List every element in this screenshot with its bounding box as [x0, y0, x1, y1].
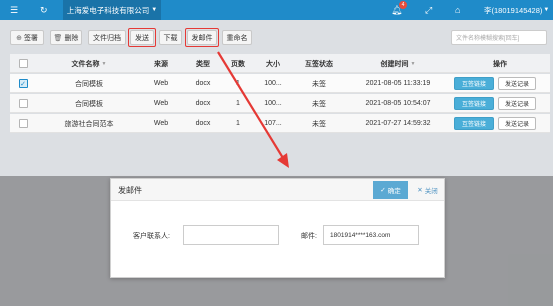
column-header[interactable]: 文件名称 ▼ [40, 54, 138, 73]
created-time: 2021-08-05 10:54:07 [365, 100, 431, 107]
row-checkbox[interactable] [18, 99, 28, 108]
user-name: 李(18019145428) [484, 5, 543, 15]
home-icon[interactable]: ⌂ [455, 4, 460, 16]
file-source: Web [153, 120, 169, 127]
dialog-title: 发邮件 [118, 186, 142, 195]
sort-icon: ▼ [101, 60, 107, 67]
notification-badge: 4 [399, 1, 407, 9]
table-row[interactable]: 合同模板 Web docx 1 100... 未签 2021-08-05 10:… [10, 94, 550, 113]
send-record-button[interactable]: 发送记录 [498, 77, 536, 90]
file-type: docx [195, 120, 211, 127]
delete-button[interactable]: 🗑︎ 删除 [50, 30, 82, 45]
sign-link-button[interactable]: 互签链接 [454, 117, 494, 130]
table-row[interactable]: ✓ 合同模板 Web docx 1 100... 未签 2021-08-05 1… [10, 74, 550, 93]
column-header: 类型 [196, 60, 210, 68]
column-header: 大小 [266, 60, 280, 68]
fullscreen-icon[interactable]: ⤢ [425, 4, 432, 16]
user-menu[interactable]: 李(18019145428) ▼ [484, 0, 549, 20]
caret-down-icon: ▼ [543, 7, 550, 13]
file-pages: 1 [236, 120, 240, 127]
highlight-send-email [185, 28, 219, 47]
sign-status: 未签 [312, 100, 326, 108]
email-label: 邮件: [301, 233, 317, 240]
highlight-send [128, 28, 156, 47]
refresh-icon[interactable]: ↻ [40, 4, 48, 16]
company-selector[interactable]: 上海爱电子科技有限公司 ▼ [63, 0, 161, 20]
close-button[interactable]: ✕ 关闭 [411, 181, 444, 199]
file-size: 107... [264, 120, 282, 127]
created-time: 2021-07-27 14:59:32 [365, 120, 431, 127]
email-input[interactable]: 1801914****163.com [323, 225, 419, 245]
file-source: Web [153, 80, 169, 87]
file-pages: 1 [236, 80, 240, 87]
table-header: 文件名称 ▼ 来源 类型 页数 大小 互签状态 创建时间 ▼ 操作 [10, 54, 550, 73]
sign-button[interactable]: ⊕ 签署 [10, 30, 44, 45]
table-row[interactable]: 旅游社合同范本 Web docx 1 107... 未签 2021-07-27 … [10, 114, 550, 133]
file-size: 100... [264, 80, 282, 87]
sign-status: 未签 [312, 80, 326, 88]
file-name: 旅游社合同范本 [64, 120, 114, 128]
file-pages: 1 [236, 100, 240, 107]
column-header: 互签状态 [305, 60, 333, 68]
company-name: 上海爱电子科技有限公司 [66, 5, 150, 15]
dialog-header: 发邮件 ✓ 确定 ✕ 关闭 [111, 179, 444, 201]
menu-icon[interactable]: ☰ [10, 4, 18, 16]
sort-icon: ▼ [410, 60, 416, 67]
file-type: docx [195, 80, 211, 87]
file-source: Web [153, 100, 169, 107]
caret-down-icon: ▼ [151, 7, 158, 13]
search-input[interactable]: 文件名称模糊搜索[回车] [451, 30, 547, 45]
close-icon: ✕ [417, 187, 423, 194]
created-time: 2021-08-05 11:33:19 [365, 80, 431, 87]
rename-button[interactable]: 重命名 [222, 30, 252, 45]
check-icon: ✓ [380, 187, 386, 194]
file-name: 合同模板 [75, 80, 103, 88]
contact-input[interactable] [183, 225, 279, 245]
column-header: 操作 [493, 60, 507, 68]
plus-circle-icon: ⊕ [16, 34, 22, 42]
top-bar: ☰ ↻ 上海爱电子科技有限公司 ▼ 🔔︎ 4 ⤢ ⌂ 李(18019145428… [0, 0, 553, 20]
send-record-button[interactable]: 发送记录 [498, 117, 536, 130]
sign-status: 未签 [312, 120, 326, 128]
file-type: docx [195, 100, 211, 107]
archive-button[interactable]: 文件归档 [88, 30, 126, 45]
send-record-button[interactable]: 发送记录 [498, 97, 536, 110]
contact-label: 客户联系人: [133, 233, 170, 240]
column-header: 页数 [231, 60, 245, 68]
sign-link-button[interactable]: 互签链接 [454, 77, 494, 90]
column-header: 来源 [154, 60, 168, 68]
row-checkbox[interactable]: ✓ [18, 79, 28, 88]
column-header[interactable]: 创建时间 ▼ [346, 54, 450, 73]
row-checkbox[interactable] [18, 119, 28, 128]
trash-icon: 🗑︎ [53, 34, 63, 42]
file-name: 合同模板 [75, 100, 103, 108]
select-all-checkbox[interactable] [18, 59, 28, 68]
confirm-button[interactable]: ✓ 确定 [373, 181, 408, 199]
sign-link-button[interactable]: 互签链接 [454, 97, 494, 110]
download-button[interactable]: 下载 [159, 30, 182, 45]
file-size: 100... [264, 100, 282, 107]
send-email-dialog: 发邮件 ✓ 确定 ✕ 关闭 客户联系人: 邮件: 1801914****163.co… [110, 178, 445, 278]
